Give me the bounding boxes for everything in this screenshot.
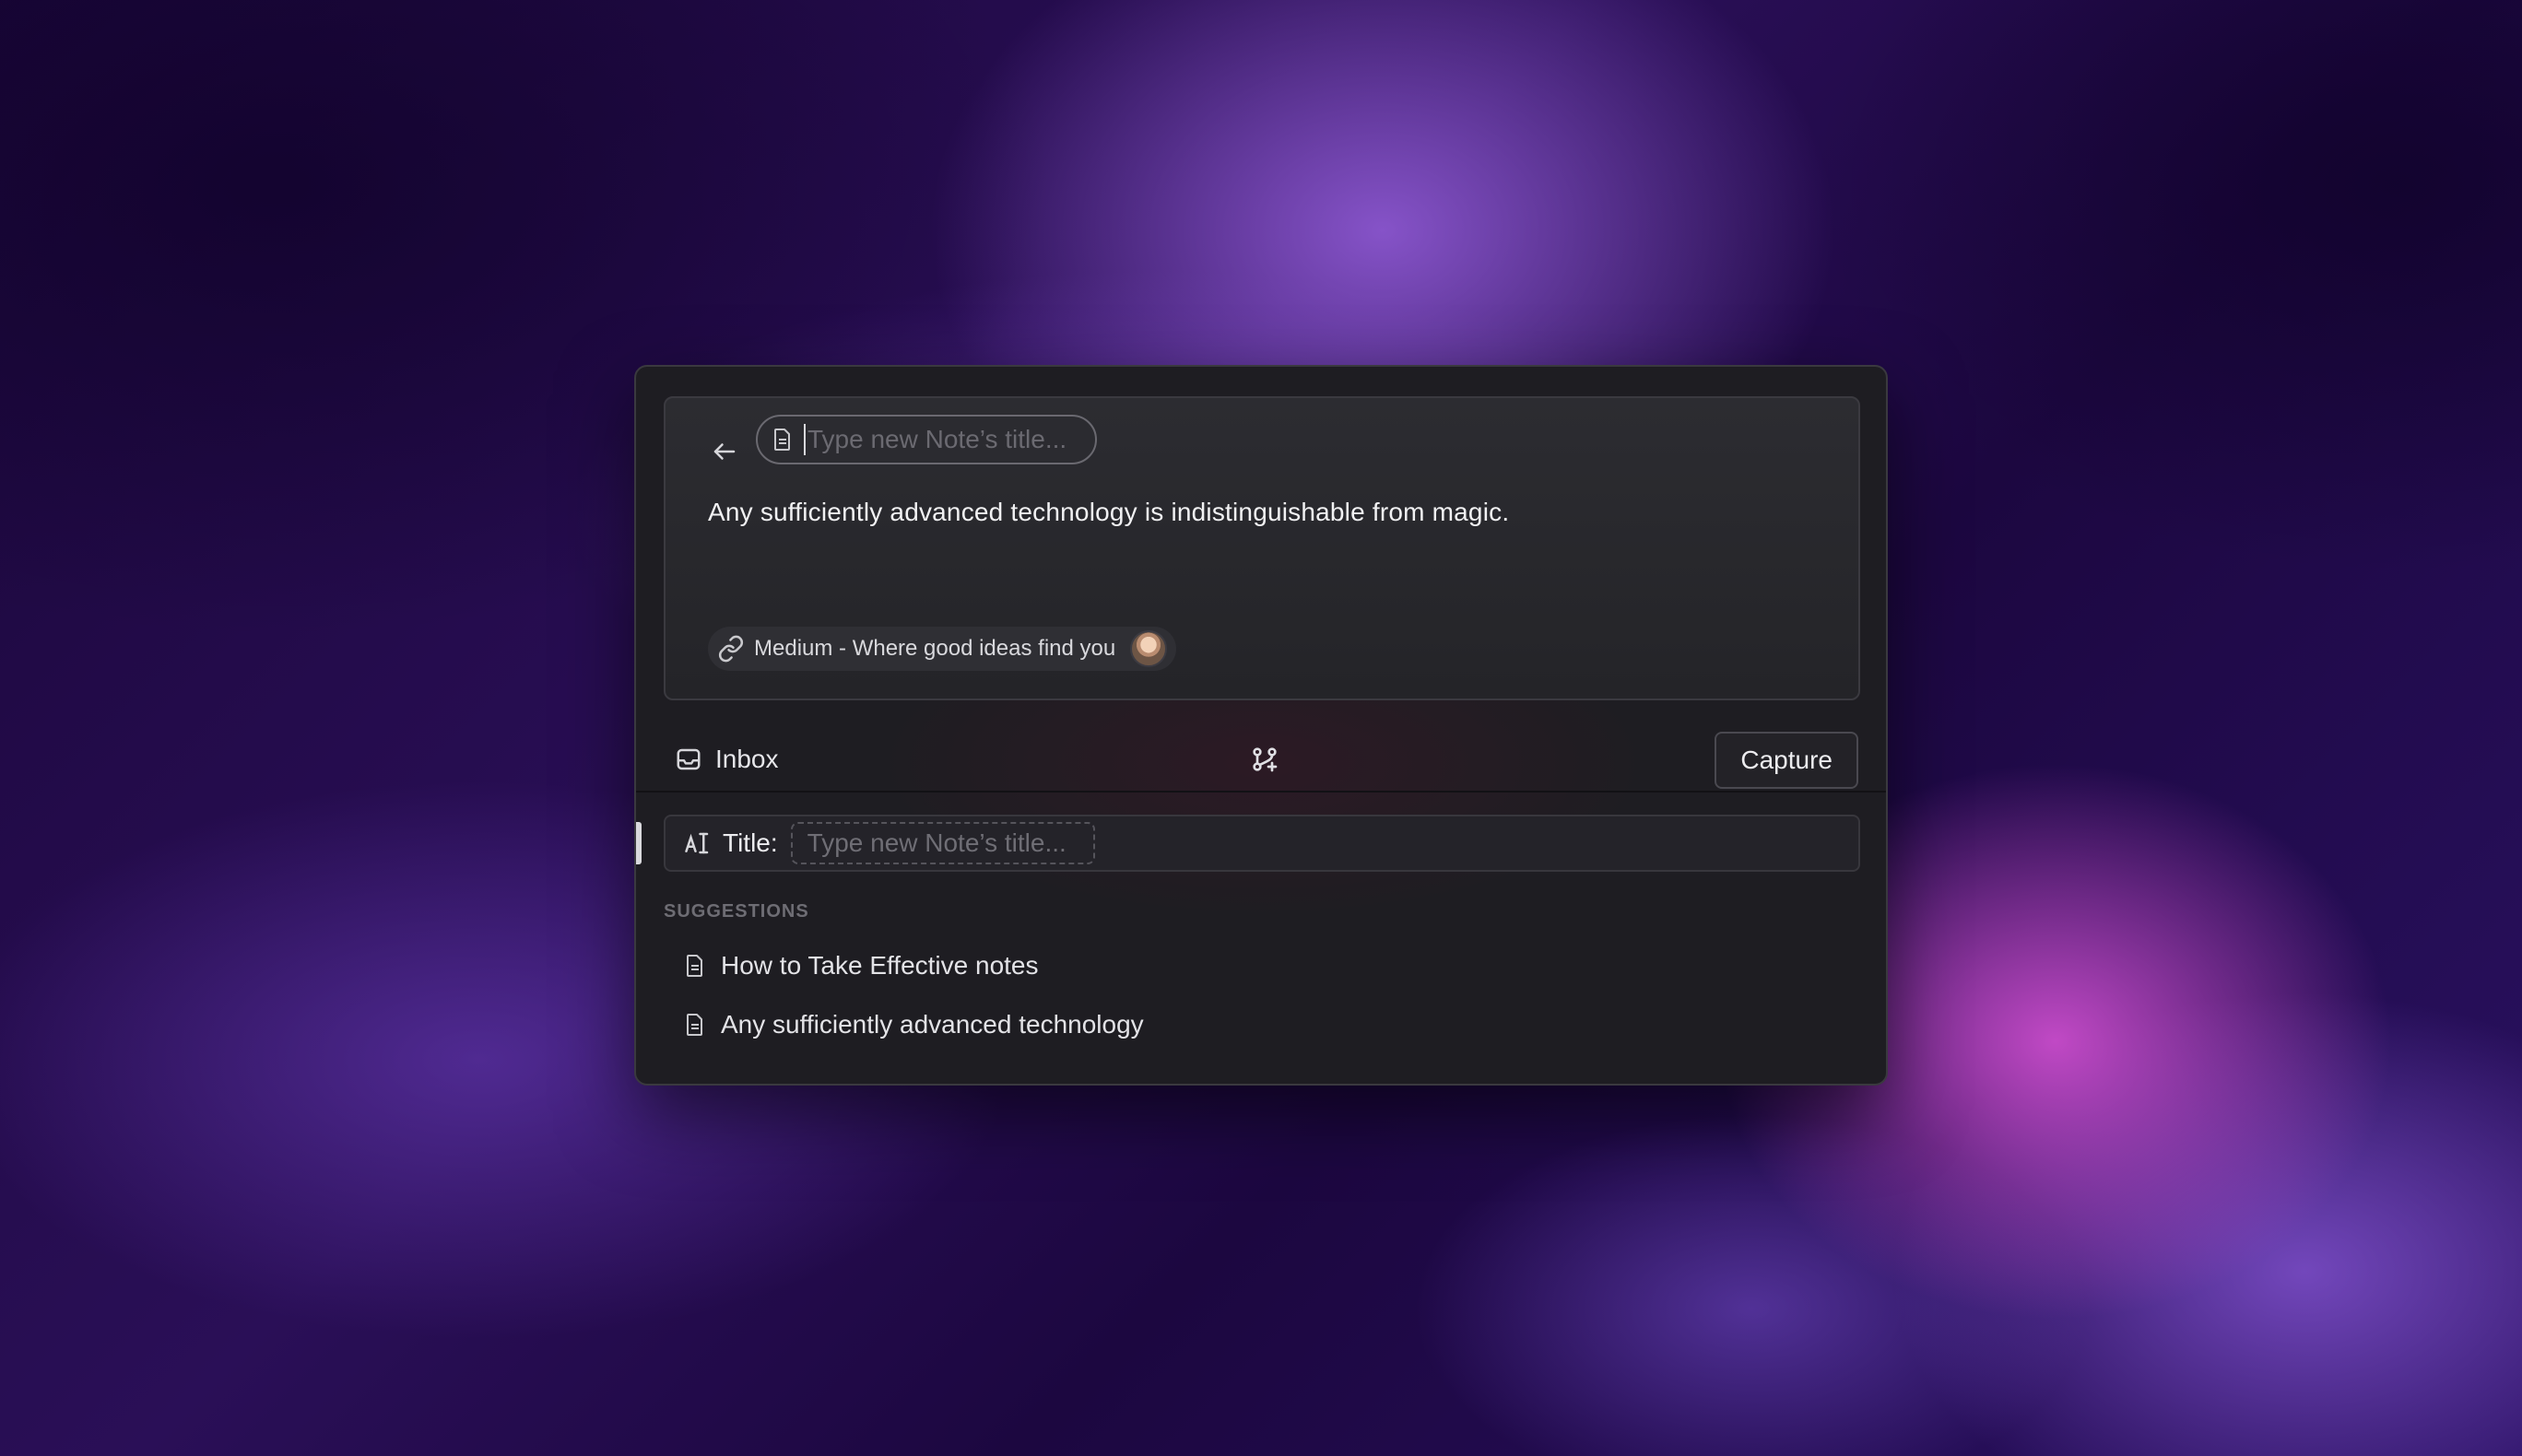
section-divider — [636, 791, 1886, 793]
arrow-left-icon — [713, 443, 736, 460]
back-button[interactable] — [706, 433, 743, 470]
inbox-icon — [677, 748, 701, 770]
suggestion-label: How to Take Effective notes — [721, 951, 1039, 980]
suggestion-item[interactable]: How to Take Effective notes — [664, 940, 1039, 992]
note-body-text[interactable]: Any sufficiently advanced technology is … — [708, 498, 1509, 527]
title-field-label: Title: — [723, 828, 778, 857]
document-icon — [687, 955, 702, 977]
note-title-pill[interactable] — [756, 415, 1097, 464]
source-link-chip[interactable]: Medium - Where good ideas find you — [708, 627, 1177, 671]
quick-capture-panel: Any sufficiently advanced technology is … — [634, 365, 1888, 1086]
title-field-input[interactable] — [790, 822, 1095, 864]
inbox-selector[interactable]: Inbox — [675, 739, 779, 780]
avatar — [1130, 630, 1168, 667]
title-field-row[interactable]: Title: — [664, 815, 1860, 872]
branch-icon — [1253, 747, 1278, 772]
branch-button[interactable] — [1244, 739, 1285, 780]
note-title-input[interactable] — [804, 424, 1086, 455]
suggestion-item[interactable]: Any sufficiently advanced technology — [664, 999, 1144, 1051]
text-cursor-icon — [685, 832, 709, 854]
document-icon — [687, 1014, 702, 1036]
inbox-label: Inbox — [715, 745, 779, 773]
link-icon — [718, 635, 744, 663]
capture-button[interactable]: Capture — [1715, 732, 1858, 789]
note-composer-card: Any sufficiently advanced technology is … — [664, 396, 1860, 700]
document-icon — [769, 426, 796, 453]
suggestion-label: Any sufficiently advanced technology — [721, 1010, 1144, 1039]
source-link-label: Medium - Where good ideas find you — [754, 636, 1116, 661]
suggestions-heading: SUGGESTIONS — [664, 901, 809, 922]
active-row-indicator — [636, 822, 642, 864]
